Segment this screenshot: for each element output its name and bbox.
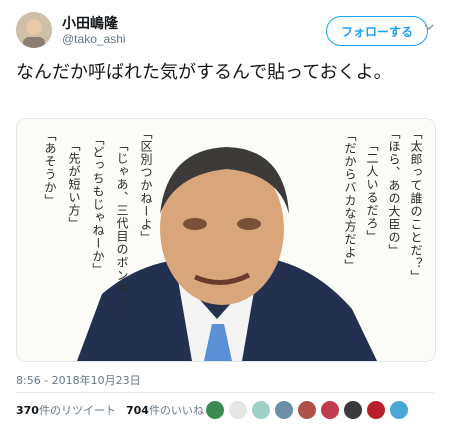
liker-avatar[interactable]: [251, 400, 271, 420]
author-avatar-image: [16, 12, 52, 48]
divider: [16, 392, 434, 393]
like-stat[interactable]: 704件のいいね: [126, 402, 204, 418]
liker-avatar[interactable]: [366, 400, 386, 420]
like-label: 件のいいね: [148, 404, 204, 417]
tweet-media[interactable]: 「太郎って誰のことだ？」 「ほら、あの大臣の」 「二人いるだろ」 「だからバカな…: [16, 118, 436, 362]
like-count: 704: [125, 404, 149, 417]
image-text-line: 「じゃあ、三代目のボンボン」: [115, 139, 129, 321]
more-options-chevron-icon[interactable]: [424, 22, 434, 32]
liker-avatar-list: [205, 400, 409, 420]
image-text-line: 「先が短い方」: [67, 139, 81, 230]
tweet-text: なんだか呼ばれた気がするんで貼っておくよ。: [16, 62, 392, 83]
tweet-header: 小田嶋隆 @tako_ashi フォローする: [16, 12, 434, 52]
liker-avatar[interactable]: [389, 400, 409, 420]
image-text-line: 「だからバカな方だよ」: [343, 129, 357, 272]
image-text-line: 「どっちもじゃねーか」: [91, 133, 105, 276]
liker-avatar[interactable]: [343, 400, 363, 420]
retweet-stat[interactable]: 370件のリツイート: [16, 402, 116, 418]
image-text-line: 「ほら、あの大臣の」: [387, 127, 401, 257]
author-avatar[interactable]: [16, 12, 52, 48]
image-text-line: 「太郎って誰のことだ？」: [409, 127, 423, 283]
retweet-count: 370: [16, 404, 39, 417]
liker-avatar[interactable]: [320, 400, 340, 420]
engagement-stats: 370件のリツイート 704件のいいね: [16, 402, 204, 418]
image-text-line: 「二人いるだろ」: [365, 139, 379, 243]
liker-avatar[interactable]: [274, 400, 294, 420]
tweet-timestamp[interactable]: 8:56 - 2018年10月23日: [16, 372, 141, 388]
author-handle[interactable]: @tako_ashi: [62, 32, 126, 46]
liker-avatar[interactable]: [297, 400, 317, 420]
image-text-line: 「区別つかねーよ」: [139, 127, 153, 244]
retweet-label: 件のリツイート: [38, 404, 116, 417]
liker-avatar[interactable]: [228, 400, 248, 420]
image-text-line: 「あそうか」: [43, 129, 57, 207]
liker-avatar[interactable]: [205, 400, 225, 420]
author-display-name[interactable]: 小田嶋隆: [62, 13, 118, 33]
follow-button[interactable]: フォローする: [325, 16, 428, 46]
